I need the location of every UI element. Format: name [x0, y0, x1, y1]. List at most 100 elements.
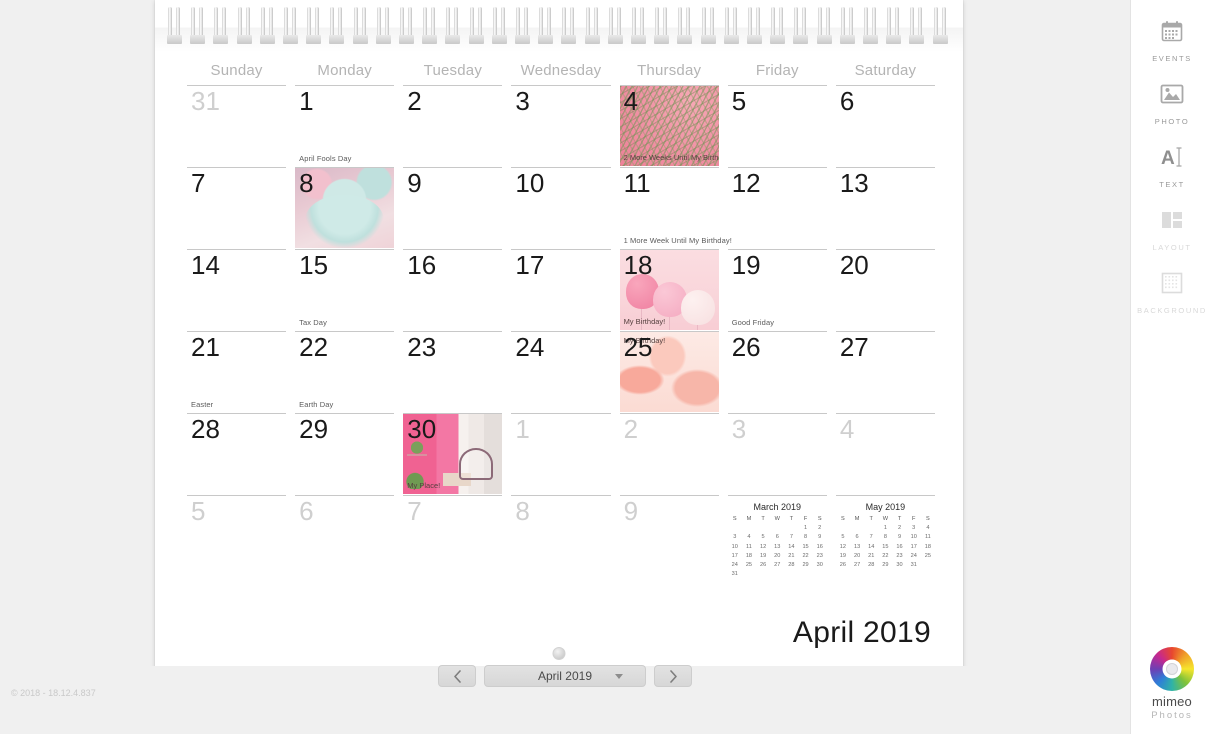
sidebar-item-background[interactable]: BACKGROUND — [1131, 252, 1212, 315]
day-number: 28 — [191, 414, 220, 444]
day-number: 7 — [191, 168, 206, 198]
sidebar-item-text[interactable]: A TEXT — [1131, 126, 1212, 189]
day-cell[interactable]: 24 — [511, 331, 611, 413]
spiral-wire — [515, 7, 530, 44]
sidebar-item-layout[interactable]: LAYOUT — [1131, 189, 1212, 252]
day-cell[interactable]: 9 — [403, 167, 503, 249]
spiral-wire — [793, 7, 809, 44]
mini-day-cell: 5 — [841, 534, 845, 541]
day-number: 24 — [515, 332, 545, 362]
day-cell[interactable]: Easter 28 — [187, 400, 287, 495]
day-number: 18 — [623, 250, 653, 280]
day-cell[interactable]: 10 — [511, 167, 611, 249]
day-cell[interactable]: 8 — [511, 495, 611, 577]
next-month-button[interactable] — [654, 665, 692, 687]
mini-day-cell: 20 — [853, 552, 861, 559]
mini-day-cell — [770, 524, 784, 533]
day-cell[interactable]: 9 — [619, 495, 719, 577]
mini-weekday: F — [911, 516, 916, 522]
mini-day-cell: 25 — [924, 552, 931, 559]
day-cell[interactable]: 2 — [619, 413, 719, 495]
mini-day-cell: 28 — [788, 562, 795, 569]
day-cell[interactable]: 7 — [403, 495, 503, 577]
mini-week-row: 5 6 7 8 9 10 11 — [836, 533, 935, 542]
day-cell[interactable]: 17 — [511, 249, 611, 331]
weekday-header-wednesday: Wednesday — [520, 62, 602, 79]
day-cell[interactable]: April Fools Day 8 — [295, 154, 395, 249]
day-cell[interactable]: May 2019 S M T W T F S 1 2 3 4 5 6 7 8 9 10 11 12 13 14 15 16 17… — [835, 495, 935, 577]
page-indicator-dot[interactable] — [552, 647, 566, 660]
day-cell[interactable]: Earth Day 29 — [295, 400, 395, 495]
day-cell[interactable]: 16 — [403, 249, 503, 331]
spiral-wire — [306, 7, 322, 44]
canvas-area: Sunday Monday Tuesday Wednesday Thursday Frid… — [0, 0, 1130, 700]
sidebar-item-photo[interactable]: PHOTO — [1131, 63, 1212, 126]
brand-name: mimeo — [1151, 694, 1192, 709]
calendar-page[interactable]: Sunday Monday Tuesday Wednesday Thursday Frid… — [155, 0, 963, 676]
day-cell[interactable]: 7 — [187, 167, 287, 249]
spiral-wire — [468, 7, 484, 44]
day-cell[interactable]: March 2019 S M T W T F S 1 2 3 4 5 6 7 8 9 10 11 12 13 14 15 16… — [727, 495, 827, 579]
mini-weekday: M — [746, 516, 752, 522]
day-number: 4 — [623, 86, 639, 116]
day-cell[interactable]: My Place! 30 — [403, 413, 503, 495]
day-cell[interactable]: 2 More Weeks Until My Birthday! 4 — [619, 85, 719, 167]
day-cell[interactable]: 5 — [187, 495, 287, 577]
day-cell[interactable]: 12 — [727, 167, 827, 249]
day-cell[interactable]: 23 — [403, 331, 503, 413]
day-photo-caption: My Place! — [407, 481, 441, 490]
spiral-wire — [607, 7, 623, 44]
day-cell[interactable]: 31 — [187, 85, 287, 167]
day-number: 9 — [407, 168, 422, 198]
mini-day-cell — [921, 561, 935, 570]
day-cell[interactable]: 27 — [835, 331, 935, 413]
mini-day-cell: 14 — [868, 543, 875, 550]
day-cell[interactable]: 4 — [835, 413, 935, 495]
day-number: 11 — [623, 168, 651, 198]
month-select-dropdown[interactable]: April 2019 — [484, 665, 646, 687]
day-number: 22 — [299, 332, 329, 362]
day-cell[interactable]: 5 — [727, 85, 827, 167]
day-cell[interactable]: 13 — [835, 167, 935, 249]
spiral-binding — [155, 0, 963, 52]
day-cell[interactable]: 1 — [511, 413, 611, 495]
mini-day-cell — [770, 570, 784, 579]
day-cell[interactable]: 2 — [403, 85, 503, 167]
sidebar-item-events[interactable]: EVENTS — [1131, 0, 1212, 63]
day-cell[interactable]: 6 — [835, 85, 935, 167]
mini-day-cell: 22 — [802, 552, 809, 559]
mini-day-cell: 15 — [802, 543, 809, 550]
day-number: 1 — [515, 414, 530, 444]
spiral-wire — [770, 7, 786, 44]
prev-month-button[interactable] — [438, 665, 476, 687]
day-cell[interactable]: 14 — [187, 249, 287, 331]
text-cursor-icon: A — [1131, 140, 1212, 174]
photo-icon — [1131, 77, 1212, 111]
mini-calendar-title: March 2019 — [753, 502, 802, 512]
day-cell[interactable]: Good Friday 26 — [727, 318, 827, 413]
mini-weekday: W — [774, 516, 780, 522]
day-cell[interactable]: 3 — [511, 85, 611, 167]
spiral-wire — [584, 7, 600, 44]
mini-day-cell — [836, 524, 850, 533]
background-icon — [1131, 266, 1212, 300]
mini-day-cell: 2 — [818, 525, 822, 532]
mini-calendar-next: May 2019 S M T W T F S 1 2 3 4 5 6 7 8 9 10 11 12 13 14 15 16 17… — [836, 502, 935, 570]
day-cell[interactable]: 20 — [835, 249, 935, 331]
day-cell[interactable]: 1 More Week Until My Birthday! My Birthda… — [619, 236, 732, 331]
spiral-wire — [631, 7, 646, 44]
day-number: 16 — [407, 250, 437, 280]
day-number: 10 — [515, 168, 545, 198]
mini-day-cell — [784, 570, 798, 579]
day-number: 3 — [515, 86, 530, 116]
mini-week-row: 10 11 12 13 14 15 16 — [728, 543, 827, 552]
day-cell[interactable]: My Birthday! 25 — [619, 331, 719, 413]
spiral-wire — [538, 7, 554, 44]
mini-day-cell: 22 — [882, 552, 889, 559]
chevron-left-icon — [453, 669, 461, 683]
day-cell[interactable]: 6 — [295, 495, 395, 577]
day-event-label: April Fools Day — [299, 154, 352, 163]
mini-day-cell — [756, 570, 770, 579]
mini-weekday: S — [732, 516, 737, 522]
day-cell[interactable]: 3 — [727, 413, 827, 495]
